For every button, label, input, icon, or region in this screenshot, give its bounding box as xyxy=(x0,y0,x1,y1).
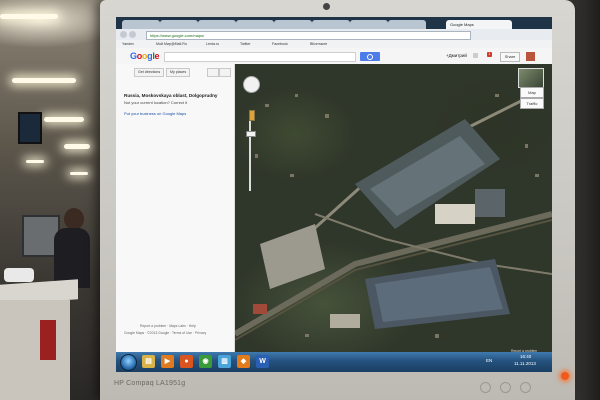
tab-inactive[interactable] xyxy=(312,20,350,29)
bookmark-item[interactable]: Yandex xyxy=(122,41,134,47)
logo-letter: G xyxy=(130,51,137,61)
red-chair xyxy=(40,320,56,360)
ceiling-light xyxy=(26,160,44,163)
place-title: Russia, Moskovskaya oblast, Dolgoprudny xyxy=(124,93,218,98)
monitor-button[interactable] xyxy=(520,382,531,393)
explorer-icon[interactable]: ▤ xyxy=(142,355,155,368)
print-icon[interactable] xyxy=(207,68,219,77)
search-icon xyxy=(367,54,373,60)
tab-inactive[interactable] xyxy=(350,20,388,29)
notepad-icon[interactable]: ▥ xyxy=(218,355,231,368)
get-directions-button[interactable]: Get directions xyxy=(134,68,165,77)
tab-inactive[interactable] xyxy=(122,20,160,29)
panel-footer-legal[interactable]: Google Maps · ©2013 Google · Terms of Us… xyxy=(124,331,206,335)
bookmark-item[interactable]: Twitter xyxy=(240,41,251,47)
satellite-imagery xyxy=(235,92,552,341)
pan-control[interactable] xyxy=(243,76,260,93)
ceiling-light xyxy=(44,117,84,122)
notifications-badge[interactable]: 1 xyxy=(487,52,492,57)
ceiling-light xyxy=(64,144,90,149)
tab-inactive[interactable] xyxy=(160,20,198,29)
share-button[interactable]: Share xyxy=(500,52,520,62)
webcam xyxy=(323,3,330,10)
satellite-map[interactable] xyxy=(235,64,552,352)
left-panel xyxy=(116,64,235,352)
power-led[interactable] xyxy=(561,372,569,380)
tab-inactive[interactable] xyxy=(388,20,426,29)
tab-google-maps[interactable]: Google Maps xyxy=(446,20,512,29)
url-input[interactable]: https://www.google.com/maps/ xyxy=(146,31,471,40)
chrome-icon[interactable]: ◉ xyxy=(199,355,212,368)
logo-letter: e xyxy=(154,51,160,61)
clock-date[interactable]: 11.11.2013 xyxy=(514,361,536,366)
ceiling-light xyxy=(12,78,76,83)
office-icon[interactable]: ◆ xyxy=(237,355,250,368)
my-places-button[interactable]: My places xyxy=(166,68,191,77)
traffic-button[interactable]: Traffic xyxy=(520,98,544,109)
map-type-button[interactable]: Map xyxy=(520,87,544,98)
media-player-icon[interactable]: ▶ xyxy=(161,355,174,368)
monitor-button[interactable] xyxy=(500,382,511,393)
street-view-pegman-icon[interactable] xyxy=(249,110,255,121)
zoom-slider-knob[interactable] xyxy=(246,131,256,137)
tab-inactive[interactable] xyxy=(274,20,312,29)
desk-phone xyxy=(4,268,34,282)
bookmark-item[interactable]: Facebook xyxy=(272,41,288,47)
link-icon[interactable] xyxy=(219,68,231,77)
firefox-icon[interactable]: ● xyxy=(180,355,193,368)
avatar[interactable] xyxy=(526,52,535,61)
bookmark-item[interactable]: Lenta.ru xyxy=(206,41,219,47)
ceiling-light xyxy=(70,172,88,175)
bookmark-item[interactable]: Мой Мир@Mail.Ru xyxy=(156,41,187,47)
desk-drawer xyxy=(0,300,70,400)
person-head xyxy=(64,208,84,230)
monitor-brand: HP Compaq LA1951g xyxy=(114,380,186,387)
ceiling-light xyxy=(0,14,58,19)
panel-footer-links[interactable]: Report a problem · Maps Labs · Help xyxy=(140,324,196,328)
google-logo[interactable]: Google xyxy=(130,51,160,61)
start-button[interactable] xyxy=(120,354,137,371)
back-icon[interactable] xyxy=(120,31,127,38)
tab-inactive[interactable] xyxy=(198,20,236,29)
bookmark-item[interactable]: ВКонтакте xyxy=(310,41,327,47)
tab-inactive[interactable] xyxy=(236,20,274,29)
background-tv-screen xyxy=(18,112,42,144)
user-name[interactable]: +Дмитрий xyxy=(446,53,467,58)
language-indicator[interactable]: EN xyxy=(486,358,492,363)
map-type-thumbnail[interactable] xyxy=(518,68,544,88)
business-link[interactable]: Put your business on Google Maps xyxy=(124,111,186,116)
monitor-button[interactable] xyxy=(480,382,491,393)
search-input[interactable] xyxy=(164,52,356,62)
apps-grid-icon[interactable] xyxy=(473,53,478,58)
forward-icon[interactable] xyxy=(129,31,136,38)
clock-time[interactable]: 16:40 xyxy=(520,354,531,359)
word-icon[interactable]: W xyxy=(256,355,269,368)
search-button[interactable] xyxy=(360,52,380,61)
monitor-screen: Google Maps https://www.google.com/maps/… xyxy=(116,17,552,372)
location-correction-link[interactable]: Not your current location? Correct it xyxy=(124,100,187,105)
